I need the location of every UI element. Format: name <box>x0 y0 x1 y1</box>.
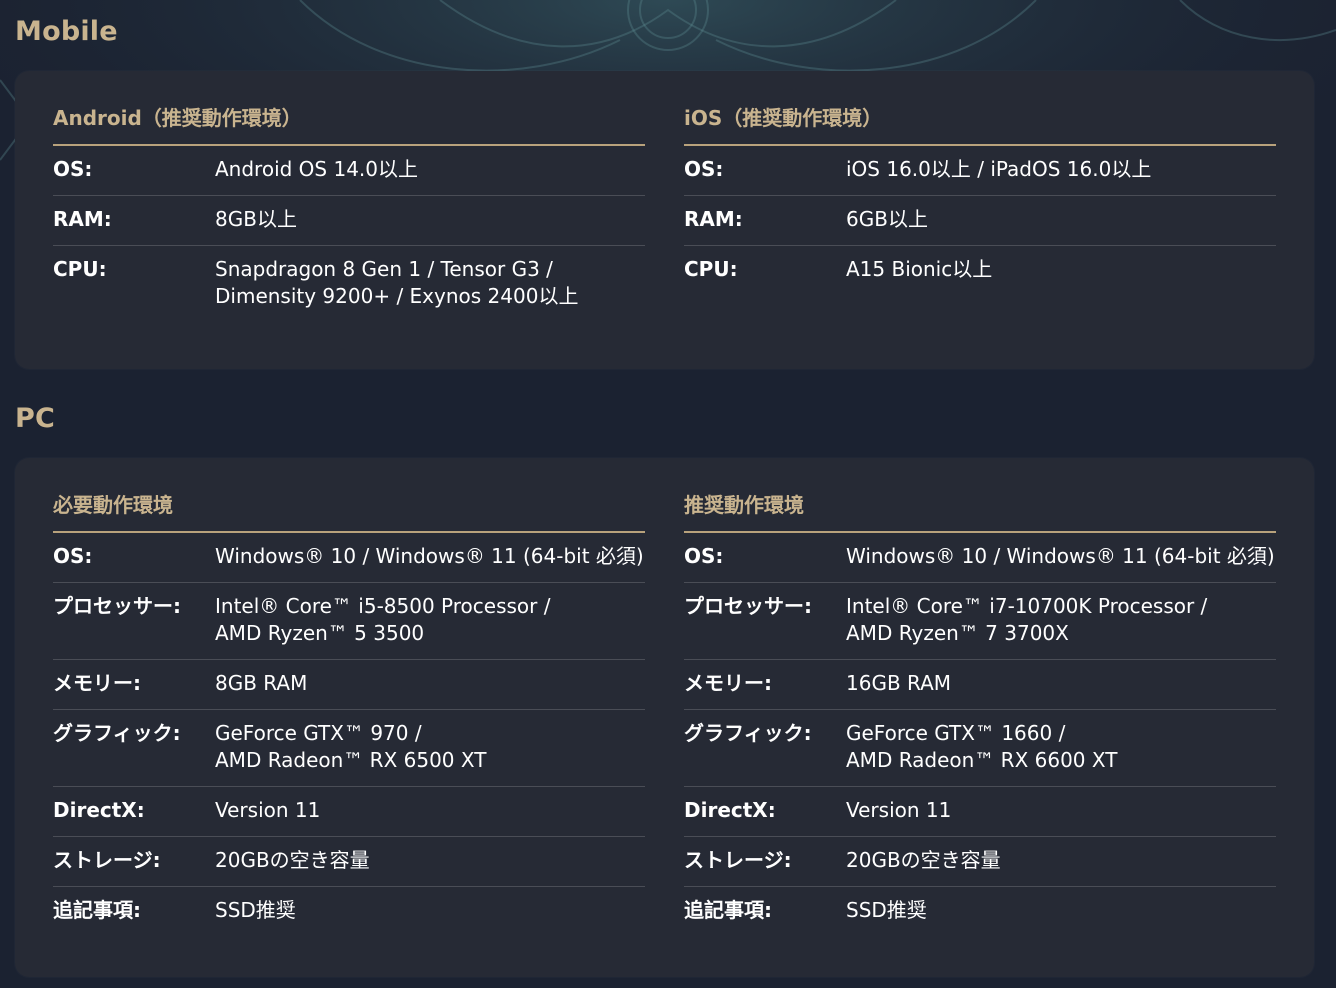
spec-label: CPU: <box>53 257 107 281</box>
spec-value: 8GB以上 <box>215 207 297 231</box>
android-title: Android（推奨動作環境） <box>53 106 645 146</box>
spec-row-os: OS: Windows® 10 / Windows® 11 (64-bit 必須… <box>53 533 645 583</box>
spec-label: DirectX: <box>684 798 776 822</box>
spec-row-os: OS: iOS 16.0以上 / iPadOS 16.0以上 <box>684 146 1276 196</box>
spec-value: GeForce GTX™ 970 / AMD Radeon™ RX 6500 X… <box>215 721 487 772</box>
pc-minimum-spec-table: OS: Windows® 10 / Windows® 11 (64-bit 必須… <box>53 533 645 936</box>
spec-label: 追記事項: <box>53 898 141 922</box>
ios-spec-table: OS: iOS 16.0以上 / iPadOS 16.0以上 RAM: 6GB以… <box>684 146 1276 295</box>
spec-label: 追記事項: <box>684 898 772 922</box>
spec-row-cpu: CPU: Snapdragon 8 Gen 1 / Tensor G3 / Di… <box>53 246 645 322</box>
spec-label: OS: <box>684 544 724 568</box>
ios-spec-column: iOS（推奨動作環境） OS: iOS 16.0以上 / iPadOS 16.0… <box>684 106 1276 295</box>
spec-label: グラフィック: <box>684 721 812 745</box>
spec-row-ram: RAM: 8GB以上 <box>53 196 645 246</box>
spec-value: 6GB以上 <box>846 207 928 231</box>
pc-minimum-column: 必要動作環境 OS: Windows® 10 / Windows® 11 (64… <box>53 493 645 936</box>
android-spec-table: OS: Android OS 14.0以上 RAM: 8GB以上 CPU: Sn… <box>53 146 645 322</box>
spec-label: RAM: <box>53 207 112 231</box>
spec-label: CPU: <box>684 257 738 281</box>
spec-row-cpu: CPU: A15 Bionic以上 <box>684 246 1276 295</box>
spec-label: メモリー: <box>53 671 141 695</box>
spec-label: OS: <box>53 544 93 568</box>
spec-value: Intel® Core™ i5-8500 Processor / AMD Ryz… <box>215 594 551 645</box>
spec-value: Windows® 10 / Windows® 11 (64-bit 必須) <box>846 544 1275 568</box>
spec-row-directx: DirectX: Version 11 <box>53 787 645 837</box>
spec-row-memory: メモリー: 8GB RAM <box>53 660 645 710</box>
spec-label: ストレージ: <box>684 848 792 872</box>
spec-value: A15 Bionic以上 <box>846 257 993 281</box>
spec-row-graphics: グラフィック: GeForce GTX™ 1660 / AMD Radeon™ … <box>684 710 1276 787</box>
spec-row-directx: DirectX: Version 11 <box>684 787 1276 837</box>
spec-value: GeForce GTX™ 1660 / AMD Radeon™ RX 6600 … <box>846 721 1118 772</box>
spec-value: Windows® 10 / Windows® 11 (64-bit 必須) <box>215 544 644 568</box>
spec-row-memory: メモリー: 16GB RAM <box>684 660 1276 710</box>
spec-row-processor: プロセッサー: Intel® Core™ i7-10700K Processor… <box>684 583 1276 660</box>
pc-recommended-column: 推奨動作環境 OS: Windows® 10 / Windows® 11 (64… <box>684 493 1276 936</box>
spec-label: OS: <box>53 157 93 181</box>
spec-value: 20GBの空き容量 <box>215 848 370 872</box>
pc-recommended-spec-table: OS: Windows® 10 / Windows® 11 (64-bit 必須… <box>684 533 1276 936</box>
spec-value: Intel® Core™ i7-10700K Processor / AMD R… <box>846 594 1208 645</box>
spec-value: 16GB RAM <box>846 671 952 695</box>
ios-title: iOS（推奨動作環境） <box>684 106 1276 146</box>
spec-row-ram: RAM: 6GB以上 <box>684 196 1276 246</box>
spec-value: Version 11 <box>846 798 952 822</box>
pc-minimum-title: 必要動作環境 <box>53 493 645 533</box>
spec-value: Version 11 <box>215 798 321 822</box>
spec-value: SSD推奨 <box>846 898 927 922</box>
spec-label: DirectX: <box>53 798 145 822</box>
spec-row-processor: プロセッサー: Intel® Core™ i5-8500 Processor /… <box>53 583 645 660</box>
mobile-spec-panel: Android（推奨動作環境） OS: Android OS 14.0以上 RA… <box>15 71 1314 369</box>
pc-spec-panel: 必要動作環境 OS: Windows® 10 / Windows® 11 (64… <box>15 458 1314 977</box>
spec-label: グラフィック: <box>53 721 181 745</box>
spec-row-notes: 追記事項: SSD推奨 <box>684 887 1276 936</box>
android-spec-column: Android（推奨動作環境） OS: Android OS 14.0以上 RA… <box>53 106 645 322</box>
spec-label: メモリー: <box>684 671 772 695</box>
spec-value: Android OS 14.0以上 <box>215 157 419 181</box>
spec-value: 8GB RAM <box>215 671 308 695</box>
spec-row-graphics: グラフィック: GeForce GTX™ 970 / AMD Radeon™ R… <box>53 710 645 787</box>
spec-row-notes: 追記事項: SSD推奨 <box>53 887 645 936</box>
spec-row-storage: ストレージ: 20GBの空き容量 <box>53 837 645 887</box>
section-title-mobile: Mobile <box>15 16 118 47</box>
spec-value: Snapdragon 8 Gen 1 / Tensor G3 / Dimensi… <box>215 257 579 308</box>
spec-value: 20GBの空き容量 <box>846 848 1001 872</box>
spec-row-os: OS: Android OS 14.0以上 <box>53 146 645 196</box>
spec-label: プロセッサー: <box>684 594 812 618</box>
spec-row-os: OS: Windows® 10 / Windows® 11 (64-bit 必須… <box>684 533 1276 583</box>
spec-label: ストレージ: <box>53 848 161 872</box>
spec-label: RAM: <box>684 207 743 231</box>
spec-label: プロセッサー: <box>53 594 181 618</box>
pc-recommended-title: 推奨動作環境 <box>684 493 1276 533</box>
section-title-pc: PC <box>15 403 56 434</box>
spec-row-storage: ストレージ: 20GBの空き容量 <box>684 837 1276 887</box>
spec-value: SSD推奨 <box>215 898 296 922</box>
spec-label: OS: <box>684 157 724 181</box>
spec-value: iOS 16.0以上 / iPadOS 16.0以上 <box>846 157 1152 181</box>
